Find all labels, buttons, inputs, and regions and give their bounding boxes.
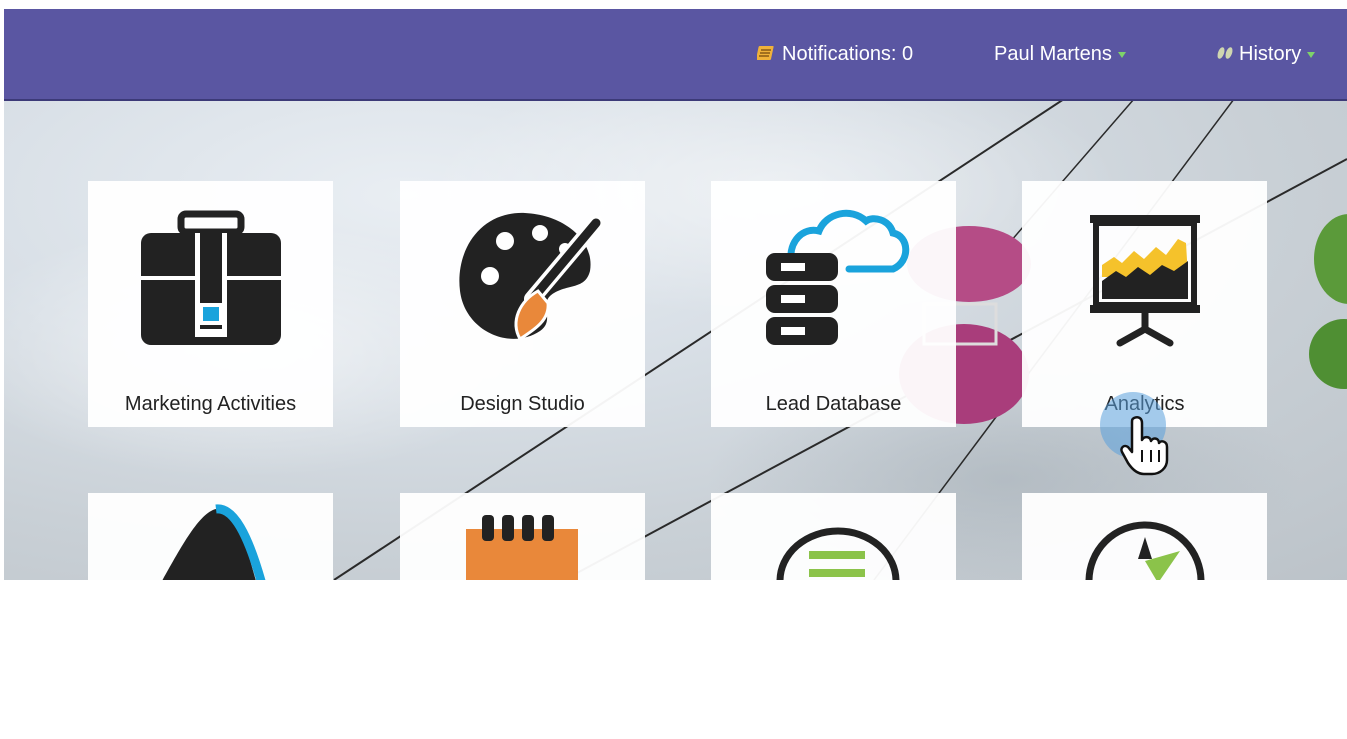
tile-label: Marketing Activities xyxy=(124,393,297,415)
history-label: History xyxy=(1239,43,1302,65)
chevron-down-icon xyxy=(1307,51,1316,58)
tile-lead-database[interactable]: Lead Database xyxy=(711,181,956,427)
tile-marketing-activities[interactable]: Marketing Activities xyxy=(88,181,333,427)
chevron-down-icon xyxy=(1117,51,1126,58)
database-cloud-icon xyxy=(766,209,910,345)
notifications-link[interactable]: Notifications: 0 xyxy=(757,42,913,66)
compass-icon xyxy=(1085,521,1205,580)
presentation-chart-icon xyxy=(1090,215,1200,347)
calendar-icon xyxy=(466,515,578,580)
tile-funnel[interactable] xyxy=(88,493,333,739)
footprints-icon xyxy=(1217,47,1233,59)
notepad-icon xyxy=(757,46,774,60)
tile-chat[interactable] xyxy=(711,493,956,739)
briefcase-icon xyxy=(141,210,281,345)
tile-label: Design Studio xyxy=(460,393,585,415)
notifications-label: Notifications: 0 xyxy=(782,43,914,65)
palette-icon xyxy=(459,212,604,342)
user-menu[interactable]: Paul Martens xyxy=(994,42,1126,66)
chat-bubble-icon xyxy=(776,527,900,580)
funnel-icon xyxy=(162,504,266,580)
tile-design-studio[interactable]: Design Studio xyxy=(400,181,645,427)
top-nav-bar xyxy=(4,9,1347,101)
tile-calendar[interactable] xyxy=(400,493,645,739)
history-menu[interactable]: History xyxy=(1214,42,1316,66)
user-name: Paul Martens xyxy=(994,43,1112,65)
tile-label: Lead Database xyxy=(765,393,902,415)
hand-cursor-icon xyxy=(1120,415,1169,476)
tile-analytics[interactable]: Analytics xyxy=(1022,181,1267,427)
tile-compass[interactable] xyxy=(1022,493,1267,739)
